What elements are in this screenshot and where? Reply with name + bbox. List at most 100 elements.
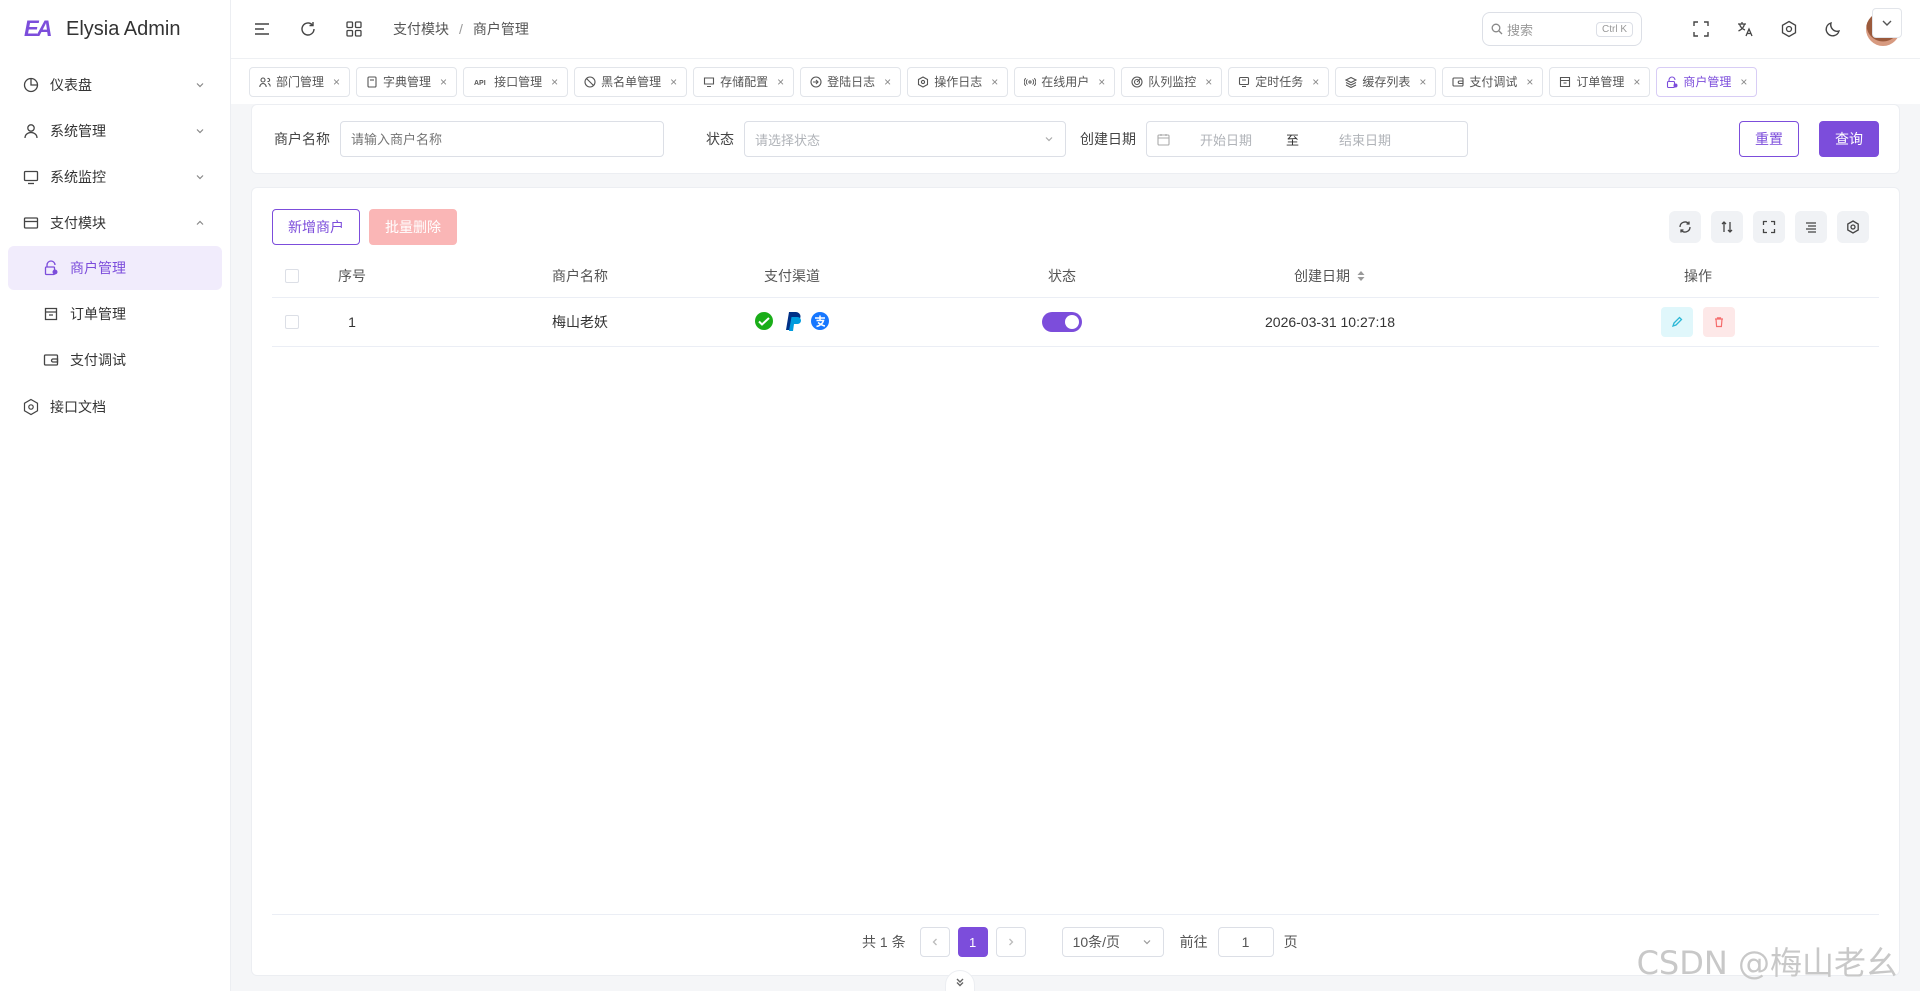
date-end-placeholder[interactable]: 结束日期 <box>1339 130 1391 149</box>
tabs-more-button[interactable] <box>1872 8 1902 38</box>
fullscreen-icon[interactable] <box>1690 18 1712 40</box>
table-columns-button[interactable] <box>1795 211 1827 243</box>
table-toolbar <box>1659 211 1869 243</box>
dict-icon <box>366 75 378 88</box>
close-icon[interactable]: × <box>1312 75 1319 89</box>
goto-page-input[interactable]: 1 <box>1217 927 1274 957</box>
page-suffix-label: 页 <box>1283 934 1298 950</box>
breadcrumb-item[interactable]: 支付模块 <box>393 19 449 39</box>
tab-label: 支付调试 <box>1469 75 1518 89</box>
table-refresh-button[interactable] <box>1669 211 1701 243</box>
sidebar-item-merchant[interactable]: 商户管理 <box>8 246 222 290</box>
sidebar-item-pay-debug[interactable]: 支付调试 <box>8 338 222 382</box>
reset-button[interactable]: 重置 <box>1739 121 1799 157</box>
tab-login-log[interactable]: 登陆日志 × <box>800 66 902 97</box>
table-density-button[interactable] <box>1711 211 1743 243</box>
edit-button[interactable] <box>1661 307 1693 337</box>
tab-online[interactable]: 在线用户 × <box>1014 66 1116 97</box>
status-switch[interactable] <box>1042 312 1082 332</box>
global-search[interactable]: 搜索 Ctrl K <box>1482 12 1642 46</box>
translate-icon[interactable] <box>1734 18 1756 40</box>
settings-hex-icon[interactable] <box>1778 18 1800 40</box>
next-page-button[interactable] <box>995 927 1026 957</box>
tab-label: 登陆日志 <box>827 75 876 89</box>
status-select[interactable]: 请选择状态 <box>744 121 1066 157</box>
created-date-label: 创建日期 <box>1080 131 1136 147</box>
sidebar-item-dashboard[interactable]: 仪表盘 <box>0 62 230 108</box>
tab-queue[interactable]: 队列监控 × <box>1121 66 1223 97</box>
tab-cron[interactable]: 定时任务 × <box>1228 66 1330 97</box>
table-fullscreen-button[interactable] <box>1753 211 1785 243</box>
tab-dept[interactable]: 部门管理 × <box>249 66 351 97</box>
tab-ban[interactable]: 黑名单管理 × <box>574 66 688 97</box>
sidebar-item-orders[interactable]: 订单管理 <box>8 292 222 336</box>
search-button[interactable]: 查询 <box>1819 121 1879 157</box>
chevron-down-icon <box>1045 137 1053 142</box>
prev-page-button[interactable] <box>919 927 950 957</box>
date-range-picker[interactable]: 开始日期 至 结束日期 <box>1146 121 1468 157</box>
sidebar-item-monitor[interactable]: 系统监控 <box>0 154 230 200</box>
close-icon[interactable]: × <box>1205 75 1212 89</box>
breadcrumb: 支付模块 / 商户管理 <box>393 19 529 39</box>
batch-delete-button[interactable]: 批量删除 <box>369 209 457 245</box>
close-icon[interactable]: × <box>1098 75 1105 89</box>
tab-label: 操作日志 <box>934 75 983 89</box>
tab-order[interactable]: 订单管理 × <box>1549 66 1651 97</box>
add-merchant-button[interactable]: 新增商户 <box>272 209 360 245</box>
sidebar-item-api-doc[interactable]: 接口文档 <box>0 384 230 430</box>
close-icon[interactable]: × <box>1526 75 1533 89</box>
app-logo[interactable]: EA Elysia Admin <box>0 0 230 58</box>
row-checkbox[interactable] <box>285 315 299 329</box>
close-icon[interactable]: × <box>777 75 784 89</box>
tab-wallet[interactable]: 支付调试 × <box>1442 66 1544 97</box>
close-icon[interactable]: × <box>670 75 677 89</box>
close-icon[interactable]: × <box>1419 75 1426 89</box>
close-icon[interactable]: × <box>991 75 998 89</box>
close-icon[interactable]: × <box>551 75 558 89</box>
sidebar-item-label: 支付调试 <box>70 352 126 368</box>
close-icon[interactable]: × <box>333 75 340 89</box>
logo-mark: EA <box>24 16 53 41</box>
refresh-icon[interactable] <box>297 18 319 40</box>
column-header-name: 商户名称 <box>552 267 608 284</box>
tab-api[interactable]: API 接口管理 × <box>463 66 569 97</box>
date-start-placeholder[interactable]: 开始日期 <box>1200 130 1252 149</box>
sidebar-item-label: 商户管理 <box>70 260 126 276</box>
tab-label: 黑名单管理 <box>601 75 662 89</box>
goto-label: 前往 <box>1179 934 1208 950</box>
status-select-placeholder: 请选择状态 <box>755 132 821 148</box>
dark-mode-icon[interactable] <box>1822 18 1844 40</box>
search-shortcut: Ctrl K <box>1596 21 1633 37</box>
sidebar-item-system[interactable]: 系统管理 <box>0 108 230 154</box>
tab-op-log[interactable]: 操作日志 × <box>907 66 1009 97</box>
close-icon[interactable]: × <box>884 75 891 89</box>
chevron-left-icon <box>932 938 937 946</box>
table-settings-button[interactable] <box>1837 211 1869 243</box>
page-number-current[interactable]: 1 <box>957 927 988 957</box>
fullscreen-icon <box>1762 220 1776 234</box>
close-icon[interactable]: × <box>440 75 447 89</box>
tab-storage[interactable]: 存储配置 × <box>693 66 795 97</box>
online-icon <box>1024 76 1037 88</box>
tab-cache[interactable]: 缓存列表 × <box>1335 66 1437 97</box>
close-icon[interactable]: × <box>1740 75 1747 89</box>
sort-icon[interactable] <box>1356 270 1366 282</box>
row-checkbox-cell <box>272 315 312 329</box>
grid-apps-icon[interactable] <box>343 18 365 40</box>
delete-button[interactable] <box>1703 307 1735 337</box>
close-icon[interactable]: × <box>1633 75 1640 89</box>
cache-icon <box>1345 76 1358 88</box>
chevron-down-icon <box>1882 20 1892 26</box>
tab-merchant[interactable]: 商户管理 × <box>1656 66 1758 97</box>
row-actions <box>1438 307 1858 337</box>
tab-dict[interactable]: 字典管理 × <box>356 66 458 97</box>
menu-fold-icon[interactable] <box>251 18 273 40</box>
column-header-created[interactable]: 创建日期 <box>1222 266 1438 286</box>
sidebar-item-label: 仪表盘 <box>50 77 92 93</box>
app-title: Elysia Admin <box>66 17 181 40</box>
page-size-select[interactable]: 10条/页 <box>1061 927 1164 957</box>
merchant-name-input[interactable] <box>340 121 664 157</box>
tab-label: 接口管理 <box>494 75 543 89</box>
select-all-checkbox[interactable] <box>285 268 299 283</box>
sidebar-item-payment[interactable]: 支付模块 <box>0 200 230 246</box>
